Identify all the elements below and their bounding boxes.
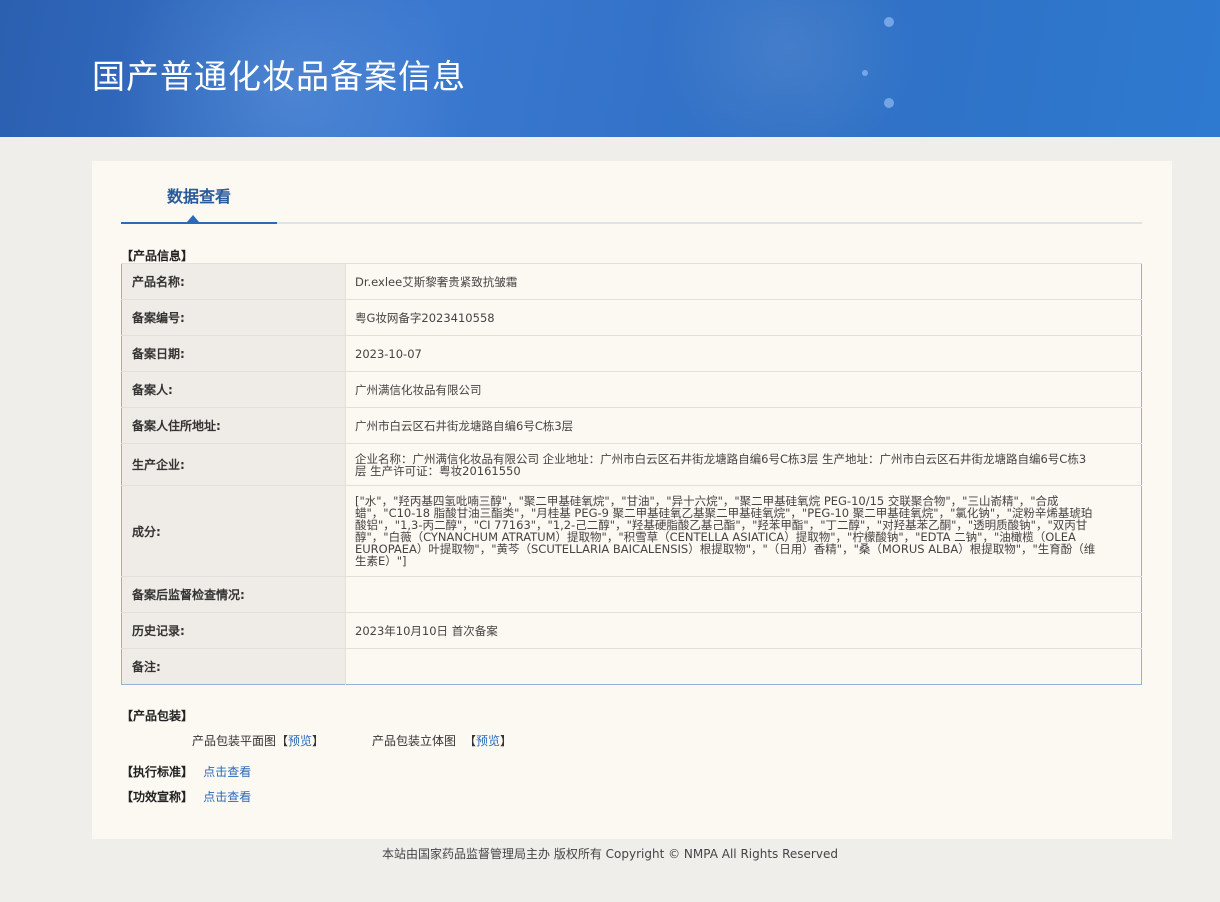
row-label: 产品名称: [121, 263, 346, 300]
row-value [345, 576, 1142, 613]
packaging-solid-label: 产品包装立体图 [372, 734, 457, 748]
section-packaging-label: 【产品包装】 [121, 709, 194, 723]
standard-label: 【执行标准】 [121, 765, 194, 779]
table-row: 备案人: 广州满信化妆品有限公司 [121, 371, 1142, 408]
row-label: 备案编号: [121, 299, 346, 336]
efficacy-label: 【功效宣称】 [121, 790, 194, 804]
row-label: 历史记录: [121, 612, 346, 649]
bracket-close: 】 [312, 734, 325, 748]
row-value: Dr.exlee艾斯黎奢贵紧致抗皱霜 [345, 263, 1142, 300]
standard-view-link[interactable]: 点击查看 [203, 765, 251, 779]
table-row: 备注: [121, 648, 1142, 685]
row-value: ["水"，"羟丙基四氢吡喃三醇"，"聚二甲基硅氧烷"，"甘油"，"异十六烷"，"… [345, 485, 1142, 577]
row-value: 企业名称：广州满信化妆品有限公司 企业地址：广州市白云区石井街龙塘路自编6号C栋… [345, 443, 1142, 486]
bracket-open: 【 [464, 734, 477, 748]
row-value: 广州满信化妆品有限公司 [345, 371, 1142, 408]
row-value: 2023-10-07 [345, 335, 1142, 372]
row-label: 备案日期: [121, 335, 346, 372]
header-banner: 国产普通化妆品备案信息 [0, 0, 1220, 137]
row-label: 备案人住所地址: [121, 407, 346, 444]
table-row: 生产企业: 企业名称：广州满信化妆品有限公司 企业地址：广州市白云区石井街龙塘路自… [121, 443, 1142, 486]
solid-preview-link[interactable]: 预览 [476, 734, 500, 748]
row-label: 备注: [121, 648, 346, 685]
row-label: 备案人: [121, 371, 346, 408]
packaging-solid-item: 产品包装立体图 【预览】 [372, 732, 512, 749]
content-panel: 数据查看 【产品信息】 产品名称: Dr.exlee艾斯黎奢贵紧致抗皱霜 备案编号:… [92, 161, 1172, 839]
product-info-table: 产品名称: Dr.exlee艾斯黎奢贵紧致抗皱霜 备案编号: 粤G妆网备字202341… [121, 263, 1142, 685]
standard-row: 【执行标准】 点击查看 [121, 763, 251, 780]
bracket-close: 】 [500, 734, 513, 748]
banner-dot [862, 70, 868, 76]
row-label: 生产企业: [121, 443, 346, 486]
row-value: 粤G妆网备字2023410558 [345, 299, 1142, 336]
row-value: 广州市白云区石井街龙塘路自编6号C栋3层 [345, 407, 1142, 444]
efficacy-row: 【功效宣称】 点击查看 [121, 788, 251, 805]
row-value: 2023年10月10日 首次备案 [345, 612, 1142, 649]
table-row: 备案编号: 粤G妆网备字2023410558 [121, 299, 1142, 336]
row-label: 备案后监督检查情况: [121, 576, 346, 613]
tab-label: 数据查看 [166, 187, 231, 206]
banner-dot [884, 17, 894, 27]
bracket-open: 【 [276, 734, 289, 748]
efficacy-view-link[interactable]: 点击查看 [203, 790, 251, 804]
tab-indicator-icon [187, 215, 199, 222]
table-row: 历史记录: 2023年10月10日 首次备案 [121, 612, 1142, 649]
packaging-flat-item: 产品包装平面图【预览】 [192, 732, 324, 749]
table-row: 成分: ["水"，"羟丙基四氢吡喃三醇"，"聚二甲基硅氧烷"，"甘油"，"异十六烷… [121, 485, 1142, 577]
row-label: 成分: [121, 485, 346, 577]
table-row: 产品名称: Dr.exlee艾斯黎奢贵紧致抗皱霜 [121, 263, 1142, 300]
row-value [345, 648, 1142, 685]
table-row: 备案人住所地址: 广州市白云区石井街龙塘路自编6号C栋3层 [121, 407, 1142, 444]
flat-preview-link[interactable]: 预览 [288, 734, 312, 748]
tab-bar: 数据查看 [121, 161, 1142, 224]
packaging-flat-label: 产品包装平面图 [192, 734, 277, 748]
banner-decoration [640, 0, 940, 137]
banner-dot [884, 98, 894, 108]
tab-data-view[interactable]: 数据查看 [121, 161, 277, 224]
footer-copyright: 本站由国家药品监督管理局主办 版权所有 Copyright © NMPA All… [382, 847, 838, 861]
table-row: 备案后监督检查情况: [121, 576, 1142, 613]
page-title: 国产普通化妆品备案信息 [92, 57, 466, 96]
table-row: 备案日期: 2023-10-07 [121, 335, 1142, 372]
section-product-info-label: 【产品信息】 [121, 249, 194, 263]
